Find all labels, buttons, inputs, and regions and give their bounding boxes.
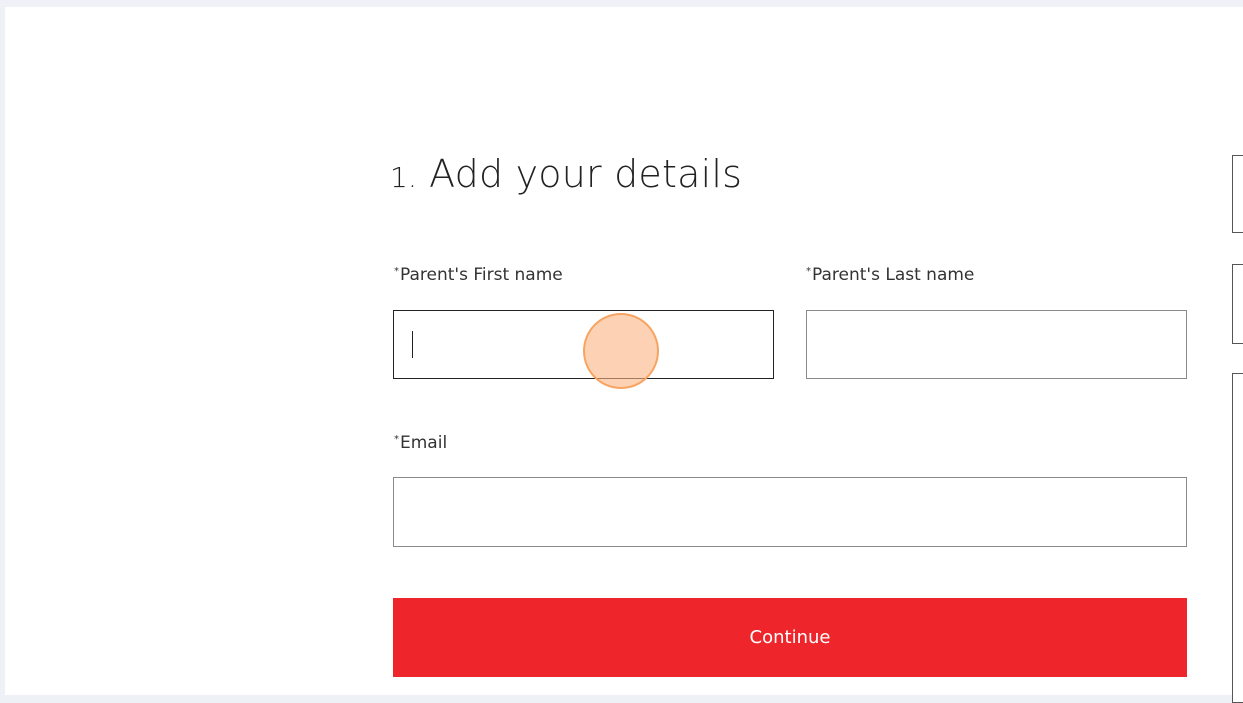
required-marker: * [394, 266, 399, 277]
email-input[interactable] [393, 477, 1187, 547]
email-label: *Email [394, 433, 447, 453]
first-name-input[interactable] [393, 310, 774, 379]
required-marker: * [806, 266, 811, 277]
side-panel-box[interactable] [1232, 264, 1243, 344]
side-panel-box[interactable] [1232, 155, 1243, 233]
last-name-label-text: Parent's Last name [812, 265, 975, 285]
required-marker: * [394, 434, 399, 445]
text-caret [412, 331, 413, 358]
title-text: Add your details [429, 152, 743, 196]
continue-button[interactable]: Continue [393, 598, 1187, 677]
step-number: 1. [390, 161, 418, 194]
side-panel-box[interactable] [1232, 373, 1243, 703]
page-title: 1. Add your details [390, 152, 742, 196]
first-name-label: *Parent's First name [394, 265, 563, 285]
last-name-input[interactable] [806, 310, 1187, 379]
first-name-label-text: Parent's First name [400, 265, 563, 285]
last-name-label: *Parent's Last name [806, 265, 974, 285]
email-label-text: Email [400, 433, 448, 453]
